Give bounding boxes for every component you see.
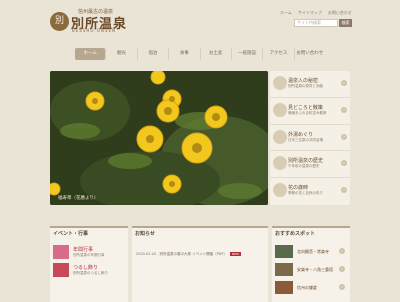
- spot-item[interactable]: 信州の鎌倉 ›: [275, 281, 345, 297]
- side-item-baths[interactable]: 外湯めぐり 日本三名泉の共同浴場 ›: [270, 125, 350, 152]
- chevron-right-icon: ›: [341, 187, 347, 194]
- chevron-right-icon: ›: [339, 266, 345, 272]
- pagoda-icon: [273, 156, 287, 171]
- side-menu: 温泉入の秘密 別所温泉の泉質と効能 › 見どころと散策 情緒あふれる町並み散策 …: [270, 71, 350, 205]
- spot-thumb: [275, 263, 293, 276]
- nav-access[interactable]: アクセス: [262, 48, 293, 60]
- flower-photo: [50, 71, 268, 205]
- chevron-right-icon: ›: [341, 133, 347, 140]
- chevron-right-icon: ›: [341, 106, 347, 113]
- link-contact[interactable]: お問い合わせ: [328, 10, 352, 16]
- bath-icon: [273, 129, 287, 144]
- nav-sightseeing[interactable]: 観光: [105, 48, 136, 60]
- side-item-desc: 季節の花と自然の彩り: [288, 191, 323, 196]
- event-item[interactable]: つるし飾り 別所温泉のつるし飾り: [53, 263, 123, 279]
- side-item-sights[interactable]: 見どころと散策 情緒あふれる町並み散策 ›: [270, 98, 350, 125]
- search-button[interactable]: 検索: [339, 19, 352, 27]
- news-text[interactable]: 2020.02.20 - 別所温泉の春の大祭 イベント開催（PDF）: [136, 252, 227, 256]
- logo-icon[interactable]: 別: [50, 12, 69, 31]
- side-item-history[interactable]: 別所温泉の歴史 千年前の温泉の歴史 ›: [270, 151, 350, 179]
- main-nav: ホーム 観光 宿泊 食事 お土産 一般施設 アクセス お問い合わせ: [75, 48, 325, 60]
- search-input[interactable]: サイト内検索: [294, 19, 338, 27]
- spots-panel: おすすめスポット 北向観音・常楽寺 › 安楽寺・八角三重塔 › 信州の鎌倉 ›: [272, 226, 350, 302]
- top-links: ホーム サイトマップ お問い合わせ: [280, 10, 352, 16]
- spots-heading: おすすめスポット: [275, 231, 316, 237]
- side-item-title: 温泉入の秘密: [288, 78, 319, 84]
- news-panel: お知らせ 2020.02.20 - 別所温泉の春の大祭 イベント開催（PDF） N…: [132, 226, 268, 302]
- chevron-right-icon: ›: [341, 160, 347, 167]
- new-badge: NEW: [229, 252, 242, 256]
- side-item-flowers[interactable]: 花の歳時 季節の花と自然の彩り ›: [270, 178, 350, 205]
- news-item[interactable]: 2020.02.20 - 別所温泉の春の大祭 イベント開催（PDF） NEW: [136, 252, 242, 257]
- temple-icon: [273, 102, 287, 117]
- spot-thumb: [275, 245, 293, 258]
- spot-label: 信州の鎌倉: [297, 285, 317, 290]
- events-heading: イベント・行事: [53, 231, 89, 237]
- event-desc: 別所温泉の年間行事: [73, 253, 105, 257]
- spot-item[interactable]: 安楽寺・八角三重塔 ›: [275, 263, 345, 279]
- nav-lodging[interactable]: 宿泊: [136, 48, 168, 60]
- event-title: つるし飾り: [73, 265, 99, 271]
- onsen-icon: [273, 76, 287, 90]
- hero-image[interactable]: [50, 71, 268, 205]
- nav-home[interactable]: ホーム: [75, 48, 106, 60]
- nav-souvenirs[interactable]: お土産: [199, 48, 231, 60]
- side-item-title: 外湯めぐり: [288, 131, 314, 138]
- side-item-desc: 日本三名泉の共同浴場: [288, 137, 323, 142]
- hero-caption: 福寿草（花暦より）: [58, 196, 99, 201]
- nav-facilities[interactable]: 一般施設: [230, 48, 262, 60]
- event-desc: 別所温泉のつるし飾り: [73, 271, 108, 275]
- side-item-desc: 情緒あふれる町並み散策: [288, 110, 327, 115]
- side-item-desc: 千年前の温泉の歴史: [288, 164, 320, 169]
- chevron-right-icon: ›: [339, 284, 345, 290]
- nav-dining[interactable]: 食事: [168, 48, 199, 60]
- side-item-desc: 別所温泉の泉質と効能: [288, 84, 323, 88]
- event-thumb: [53, 245, 69, 259]
- news-heading: お知らせ: [135, 231, 155, 237]
- site-subtitle: BESSHO ONSEN: [72, 28, 116, 33]
- chevron-right-icon: ›: [341, 80, 347, 86]
- side-item-secret[interactable]: 温泉入の秘密 別所温泉の泉質と効能 ›: [270, 71, 350, 98]
- side-item-title: 見どころと散策: [288, 104, 323, 111]
- chevron-right-icon: ›: [339, 248, 345, 254]
- spot-thumb: [275, 281, 293, 294]
- link-home[interactable]: ホーム: [280, 10, 292, 16]
- spot-item[interactable]: 北向観音・常楽寺 ›: [275, 245, 345, 261]
- event-title: 年間行事: [73, 247, 94, 253]
- event-item[interactable]: 年間行事 別所温泉の年間行事: [53, 245, 123, 261]
- link-sitemap[interactable]: サイトマップ: [298, 10, 322, 16]
- flower-icon: [273, 183, 287, 198]
- spot-label: 安楽寺・八角三重塔: [297, 267, 333, 272]
- events-panel: イベント・行事 年間行事 別所温泉の年間行事 つるし飾り 別所温泉のつるし飾り: [50, 226, 128, 302]
- event-thumb: [53, 263, 69, 277]
- nav-contact[interactable]: お問い合わせ: [293, 48, 325, 60]
- spot-label: 北向観音・常楽寺: [297, 249, 329, 254]
